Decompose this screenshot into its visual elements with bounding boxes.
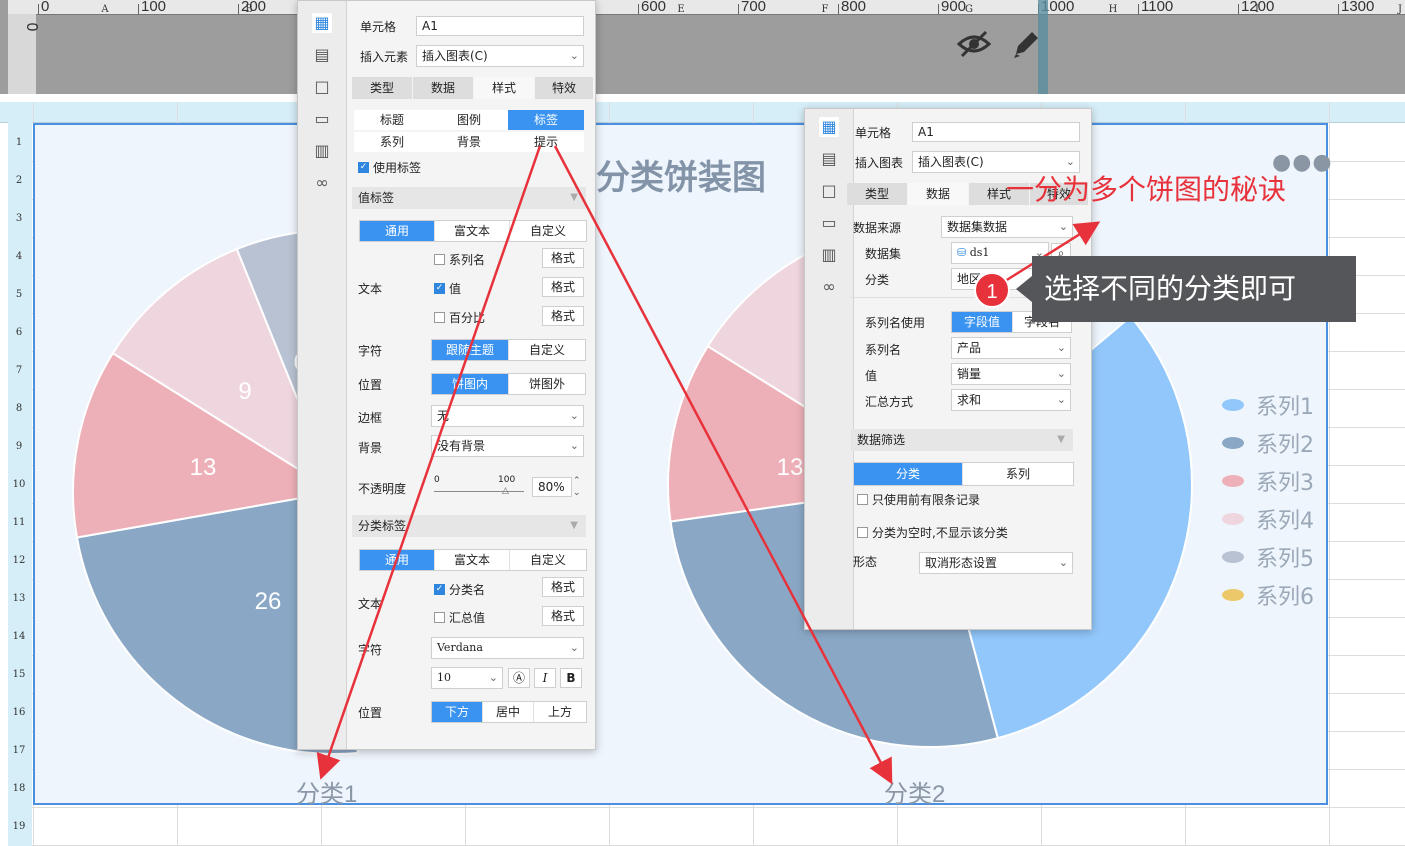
annotation-arrows bbox=[316, 145, 1101, 785]
step-badge: 1 bbox=[974, 272, 1010, 308]
secret-annotation: 一分为多个饼图的秘诀 bbox=[1006, 174, 1287, 205]
category-tooltip: 选择不同的分类即可 bbox=[1032, 256, 1356, 322]
tooltip-pointer bbox=[1016, 276, 1032, 302]
arrow-to-category-2 bbox=[553, 145, 893, 785]
arrow-to-category-1 bbox=[316, 145, 542, 780]
